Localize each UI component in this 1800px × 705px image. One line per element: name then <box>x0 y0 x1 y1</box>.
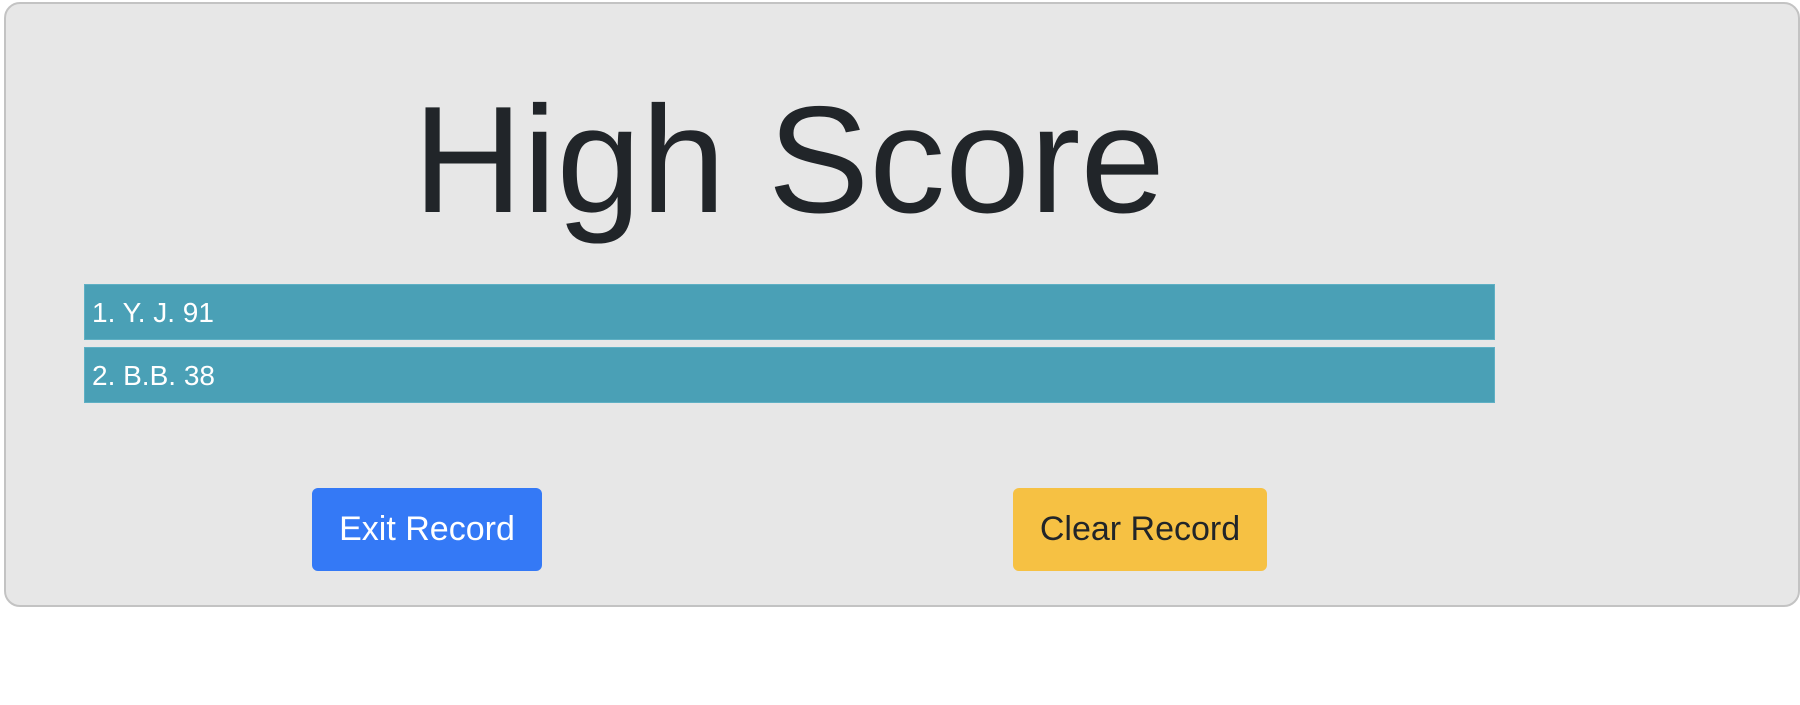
score-row-2: 2. B.B. 38 <box>84 347 1495 403</box>
clear-record-button[interactable]: Clear Record <box>1013 488 1267 571</box>
score-list: 1. Y. J. 91 2. B.B. 38 <box>84 284 1495 410</box>
score-row-1: 1. Y. J. 91 <box>84 284 1495 340</box>
page-title: High Score <box>413 75 1165 245</box>
exit-record-button[interactable]: Exit Record <box>312 488 542 571</box>
high-score-card: High Score 1. Y. J. 91 2. B.B. 38 Exit R… <box>4 2 1800 607</box>
